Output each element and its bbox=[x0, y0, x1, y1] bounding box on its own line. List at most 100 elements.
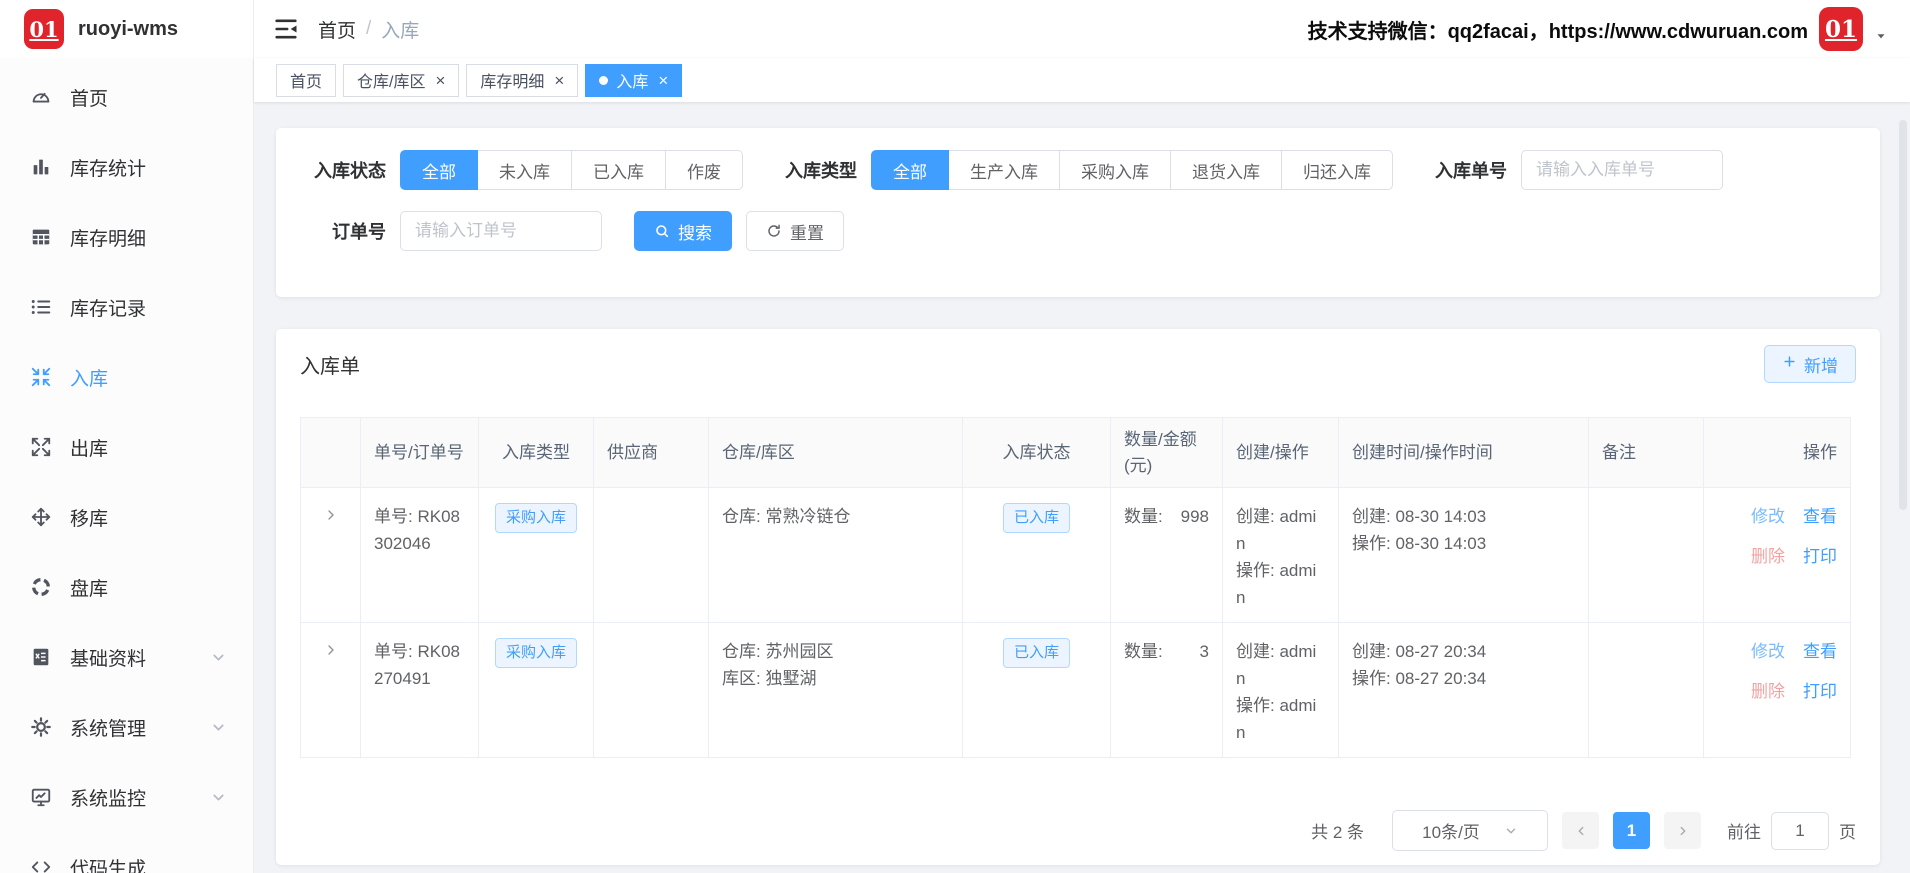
status-option-all[interactable]: 全部 bbox=[400, 150, 478, 190]
page-tab-bar: 首页 仓库/库区 × 库存明细 × 入库 × bbox=[254, 58, 1910, 102]
goto-page-input[interactable] bbox=[1771, 811, 1829, 850]
edit-link[interactable]: 修改 bbox=[1751, 638, 1785, 665]
col-qty: 数量/金额(元) bbox=[1110, 417, 1223, 488]
table-row: 单号: RK08302046 采购入库 仓库: 常熟冷链仓 已入库 数量: 99… bbox=[300, 487, 1851, 623]
type-option-purchase[interactable]: 采购入库 bbox=[1060, 150, 1171, 190]
sidebar-item-system-monitor[interactable]: 系统监控 bbox=[0, 762, 253, 832]
delete-link[interactable]: 删除 bbox=[1751, 543, 1785, 570]
sidebar-item-label: 入库 bbox=[70, 368, 109, 390]
status-option-void[interactable]: 作废 bbox=[666, 150, 743, 190]
table-row: 单号: RK08270491 采购入库 仓库: 苏州园区 库区: 独墅湖 已入库… bbox=[300, 622, 1851, 758]
caret-down-icon[interactable] bbox=[1874, 15, 1888, 43]
sidebar-item-move[interactable]: 移库 bbox=[0, 482, 253, 552]
tab-home[interactable]: 首页 bbox=[276, 63, 337, 97]
filter-row-2: 订单号 搜索 重置 bbox=[300, 211, 1856, 251]
view-link[interactable]: 查看 bbox=[1803, 503, 1837, 530]
col-supplier: 供应商 bbox=[593, 417, 709, 488]
tab-warehouse-area[interactable]: 仓库/库区 × bbox=[343, 63, 460, 97]
cell-order-no: 单号: RK08270491 bbox=[360, 622, 479, 758]
type-option-production[interactable]: 生产入库 bbox=[949, 150, 1060, 190]
sidebar-item-label: 盘库 bbox=[70, 578, 109, 600]
type-badge: 采购入库 bbox=[494, 638, 577, 668]
page-number-current[interactable]: 1 bbox=[1613, 812, 1650, 849]
print-link[interactable]: 打印 bbox=[1803, 678, 1837, 705]
status-option-in[interactable]: 已入库 bbox=[572, 150, 666, 190]
brand-area[interactable]: 01 ruoyi-wms bbox=[0, 0, 253, 58]
cell-supplier bbox=[593, 622, 709, 758]
print-link[interactable]: 打印 bbox=[1803, 543, 1837, 570]
sidebar-item-system-mgmt[interactable]: 系统管理 bbox=[0, 692, 253, 762]
page-size-select[interactable]: 10条/页 bbox=[1392, 810, 1548, 851]
close-icon[interactable]: × bbox=[435, 72, 445, 89]
cell-creator: 创建: admin 操作: admin bbox=[1222, 487, 1339, 623]
filter-card: 入库状态 全部 未入库 已入库 作废 入库类型 全部 生产入库 采购入库 退货入… bbox=[276, 128, 1880, 297]
sidebar-item-stocktake[interactable]: 盘库 bbox=[0, 552, 253, 622]
status-option-not-in[interactable]: 未入库 bbox=[478, 150, 572, 190]
cell-creator: 创建: admin 操作: admin bbox=[1222, 622, 1339, 758]
sidebar-item-code-gen[interactable]: 代码生成 bbox=[0, 832, 253, 873]
sidebar-fold-icon[interactable] bbox=[272, 15, 300, 43]
search-button[interactable]: 搜索 bbox=[634, 211, 732, 251]
order-no-input[interactable] bbox=[400, 211, 602, 251]
app-window: 01 ruoyi-wms 首页 库存统计 库存明细 库存记录 入库 出库 移库 … bbox=[0, 0, 1910, 873]
col-expand bbox=[300, 417, 361, 488]
delete-link[interactable]: 删除 bbox=[1751, 678, 1785, 705]
table-header-row: 单号/订单号 入库类型 供应商 仓库/库区 入库状态 数量/金额(元) 创建/操… bbox=[300, 417, 1851, 488]
breadcrumb-home[interactable]: 首页 bbox=[318, 16, 356, 43]
scrollbar-thumb[interactable] bbox=[1899, 120, 1907, 510]
sidebar-item-stock-stats[interactable]: 库存统计 bbox=[0, 132, 253, 202]
chevron-down-icon bbox=[210, 649, 227, 666]
close-icon[interactable]: × bbox=[554, 72, 564, 89]
cell-remark bbox=[1588, 487, 1704, 623]
row-expand-icon[interactable] bbox=[323, 507, 339, 523]
col-type: 入库类型 bbox=[478, 417, 594, 488]
user-avatar[interactable]: 01 bbox=[1819, 7, 1863, 51]
inbound-status-group: 全部 未入库 已入库 作废 bbox=[400, 150, 743, 190]
reset-button[interactable]: 重置 bbox=[746, 211, 844, 251]
goto-page: 前往 页 bbox=[1727, 811, 1856, 850]
sidebar-item-stock-records[interactable]: 库存记录 bbox=[0, 272, 253, 342]
next-page-button[interactable] bbox=[1664, 812, 1701, 849]
status-badge: 已入库 bbox=[1002, 638, 1070, 668]
tab-inbound-active[interactable]: 入库 × bbox=[585, 63, 683, 97]
sidebar-item-stock-detail[interactable]: 库存明细 bbox=[0, 202, 253, 272]
page-unit-label: 页 bbox=[1839, 823, 1856, 842]
cell-remark bbox=[1588, 622, 1704, 758]
outbound-expand-icon bbox=[30, 436, 52, 458]
edit-link[interactable]: 修改 bbox=[1751, 503, 1785, 530]
top-bar: 首页 / 入库 技术支持微信：qq2facai，https://www.cdwu… bbox=[254, 0, 1910, 58]
status-badge: 已入库 bbox=[1002, 503, 1070, 533]
cell-order-no: 单号: RK08302046 bbox=[360, 487, 479, 623]
type-option-all[interactable]: 全部 bbox=[871, 150, 949, 190]
close-icon[interactable]: × bbox=[658, 72, 668, 89]
tab-stock-detail[interactable]: 库存明细 × bbox=[466, 63, 579, 97]
sidebar-item-home[interactable]: 首页 bbox=[0, 62, 253, 132]
monitor-icon bbox=[30, 786, 52, 808]
row-expand-icon[interactable] bbox=[323, 642, 339, 658]
inbound-status-label: 入库状态 bbox=[314, 161, 386, 181]
filter-row-1: 入库状态 全部 未入库 已入库 作废 入库类型 全部 生产入库 采购入库 退货入… bbox=[300, 150, 1856, 190]
prev-page-button[interactable] bbox=[1562, 812, 1599, 849]
col-actions: 操作 bbox=[1703, 417, 1851, 488]
cell-qty: 数量: 998 bbox=[1110, 487, 1223, 623]
plus-icon bbox=[1782, 354, 1797, 374]
sidebar: 01 ruoyi-wms 首页 库存统计 库存明细 库存记录 入库 出库 移库 … bbox=[0, 0, 254, 873]
type-option-return[interactable]: 退货入库 bbox=[1171, 150, 1282, 190]
col-remark: 备注 bbox=[1588, 417, 1704, 488]
bill-no-input[interactable] bbox=[1521, 150, 1723, 190]
support-contact-text: 技术支持微信：qq2facai，https://www.cdwuruan.com bbox=[1307, 20, 1808, 43]
inbound-compress-icon bbox=[30, 366, 52, 388]
sidebar-item-base-data[interactable]: 基础资料 bbox=[0, 622, 253, 692]
view-link[interactable]: 查看 bbox=[1803, 638, 1837, 665]
sidebar-item-inbound[interactable]: 入库 bbox=[0, 342, 253, 412]
breadcrumb-current: 入库 bbox=[381, 20, 420, 42]
cell-times: 创建: 08-27 20:34 操作: 08-27 20:34 bbox=[1338, 622, 1589, 758]
header-right: 技术支持微信：qq2facai，https://www.cdwuruan.com… bbox=[1308, 7, 1888, 51]
excel-file-icon bbox=[30, 646, 52, 668]
type-option-giveback[interactable]: 归还入库 bbox=[1282, 150, 1393, 190]
sidebar-item-label: 库存明细 bbox=[70, 228, 147, 250]
search-button-label: 搜索 bbox=[678, 223, 712, 243]
tab-label: 仓库/库区 bbox=[357, 74, 426, 91]
add-button[interactable]: 新增 bbox=[1764, 345, 1856, 383]
sidebar-item-outbound[interactable]: 出库 bbox=[0, 412, 253, 482]
